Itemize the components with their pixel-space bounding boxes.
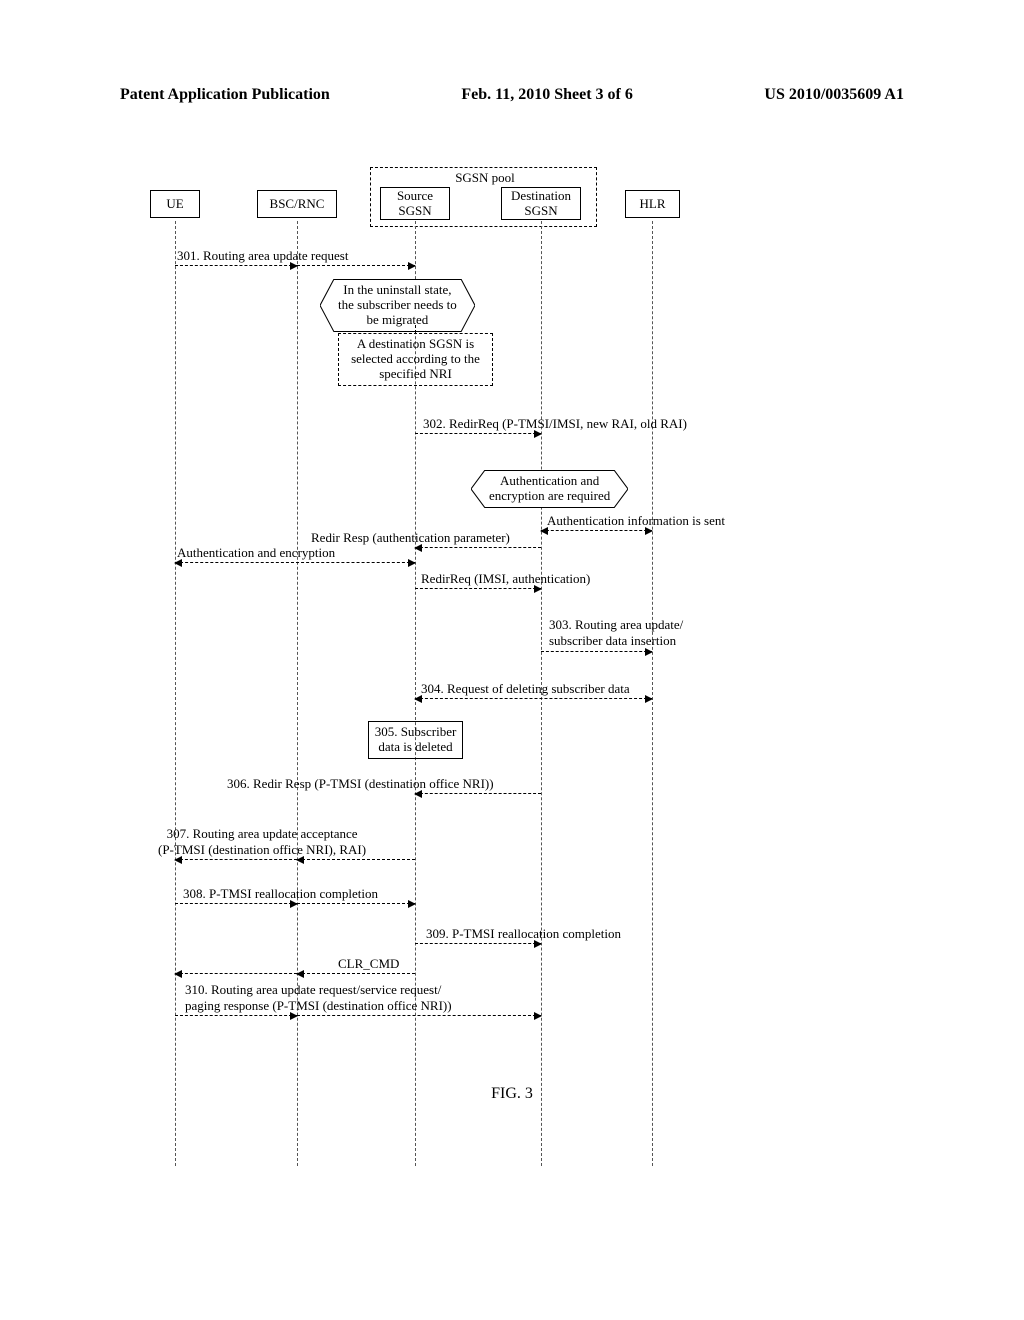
m309-label: 309. P-TMSI reallocation completion [426, 926, 621, 942]
m303-label: 303. Routing area update/ subscriber dat… [549, 617, 683, 649]
m307-label: 307. Routing area update acceptance (P-T… [158, 826, 366, 858]
sgsn-pool-label: SGSN pool [435, 170, 535, 186]
m308-label: 308. P-TMSI reallocation completion [183, 886, 378, 902]
m304-arrow [415, 698, 652, 700]
m307-arrow-seg2 [175, 859, 297, 861]
m301-label: 301. Routing area update request [177, 248, 348, 264]
auth-enc-arrow [175, 562, 415, 564]
m302-label: 302. RedirReq (P-TMSI/IMSI, new RAI, old… [423, 416, 687, 432]
note-select-dest: A destination SGSN is selected according… [338, 333, 493, 386]
m309-arrow [415, 943, 541, 945]
m310-arrow-seg2 [297, 1015, 541, 1017]
m304-label: 304. Request of deleting subscriber data [421, 681, 630, 697]
redir-req-imsi-label: RedirReq (IMSI, authentication) [421, 571, 590, 587]
m307-arrow-seg1 [297, 859, 415, 861]
note-auth-required: Authentication and encryption are requir… [471, 470, 628, 508]
bsc-rnc-box: BSC/RNC [257, 190, 337, 218]
m310-arrow-seg1 [175, 1015, 297, 1017]
m308-arrow-seg2 [297, 903, 415, 905]
note-uninstall: In the uninstall state, the subscriber n… [320, 279, 475, 332]
redir-req-imsi-arrow [415, 588, 541, 590]
date-sheet: Feb. 11, 2010 Sheet 3 of 6 [461, 86, 633, 104]
ue-label: UE [166, 196, 183, 212]
hlr-label: HLR [640, 196, 666, 212]
ue-box: UE [150, 190, 200, 218]
auth-enc-label: Authentication and encryption [177, 545, 335, 561]
source-sgsn-label: Source SGSN [397, 189, 433, 218]
redir-resp-auth-arrow [415, 547, 541, 549]
redir-resp-auth-label: Redir Resp (authentication parameter) [311, 530, 510, 546]
publication-type: Patent Application Publication [120, 86, 330, 104]
clr-cmd-arrow-seg2 [175, 973, 297, 975]
m306-label: 306. Redir Resp (P-TMSI (destination off… [227, 776, 494, 792]
m301-arrow-seg2 [297, 265, 415, 267]
note-305: 305. Subscriber data is deleted [368, 721, 463, 759]
note-uninstall-text: In the uninstall state, the subscriber n… [334, 279, 461, 332]
dest-sgsn-box: Destination SGSN [501, 187, 581, 220]
page-header: Patent Application Publication Feb. 11, … [0, 86, 1024, 104]
connector-1 [415, 325, 417, 333]
ue-lifeline [175, 221, 177, 1166]
auth-info-arrow [541, 530, 652, 532]
m310-label: 310. Routing area update request/service… [185, 982, 452, 1014]
m308-arrow-seg1 [175, 903, 297, 905]
figure-label: FIG. 3 [0, 1085, 1024, 1103]
m306-arrow [415, 793, 541, 795]
clr-cmd-label: CLR_CMD [338, 956, 399, 972]
dest-sgsn-label: Destination SGSN [511, 189, 571, 218]
hlr-lifeline [652, 221, 654, 1166]
m302-arrow [415, 433, 541, 435]
sequence-diagram: SGSN pool UE BSC/RNC Source SGSN Destina… [155, 175, 695, 1145]
hlr-box: HLR [625, 190, 680, 218]
m303-arrow [541, 651, 652, 653]
source-sgsn-box: Source SGSN [380, 187, 450, 220]
bsc-rnc-label: BSC/RNC [270, 196, 325, 212]
clr-cmd-arrow-seg1 [297, 973, 415, 975]
auth-info-label: Authentication information is sent [547, 513, 725, 529]
publication-number: US 2010/0035609 A1 [764, 86, 904, 104]
note-auth-required-text: Authentication and encryption are requir… [485, 470, 614, 508]
bsc-rnc-lifeline [297, 221, 299, 1166]
m301-arrow-seg1 [175, 265, 297, 267]
